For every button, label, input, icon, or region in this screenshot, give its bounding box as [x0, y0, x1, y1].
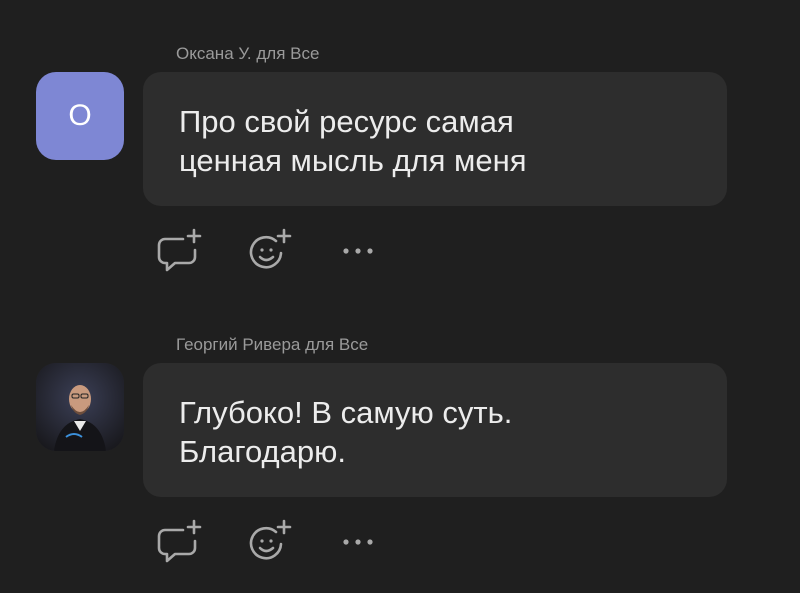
avatar-photo — [36, 363, 124, 451]
avatar-initial: О — [68, 99, 92, 132]
more-button[interactable] — [332, 226, 384, 276]
reply-button[interactable] — [152, 226, 204, 276]
comment-actions — [152, 517, 422, 567]
avatar[interactable]: О — [36, 72, 124, 160]
message-bubble: Про свой ресурс самая ценная мысль для м… — [143, 72, 727, 206]
avatar[interactable] — [36, 363, 124, 451]
message-bubble: Глубоко! В самую суть. Благодарю. — [143, 363, 727, 497]
reaction-button[interactable] — [242, 226, 294, 276]
reaction-button[interactable] — [242, 517, 294, 567]
emoji-plus-icon — [243, 227, 293, 275]
more-dots-icon — [338, 246, 378, 256]
comment-thread: Оксана У. для Все О Про свой ресурс сама… — [0, 0, 800, 593]
comment-sender: Георгий Ривера для Все — [176, 335, 369, 354]
comment-plus-icon — [153, 227, 203, 275]
message-text: Про свой ресурс самая ценная мысль для м… — [179, 104, 527, 178]
comment-plus-icon — [153, 518, 203, 566]
more-dots-icon — [338, 537, 378, 547]
message-text: Глубоко! В самую суть. Благодарю. — [179, 395, 513, 469]
comment-actions — [152, 226, 422, 276]
emoji-plus-icon — [243, 518, 293, 566]
comment-sender: Оксана У. для Все — [176, 44, 320, 63]
more-button[interactable] — [332, 517, 384, 567]
reply-button[interactable] — [152, 517, 204, 567]
